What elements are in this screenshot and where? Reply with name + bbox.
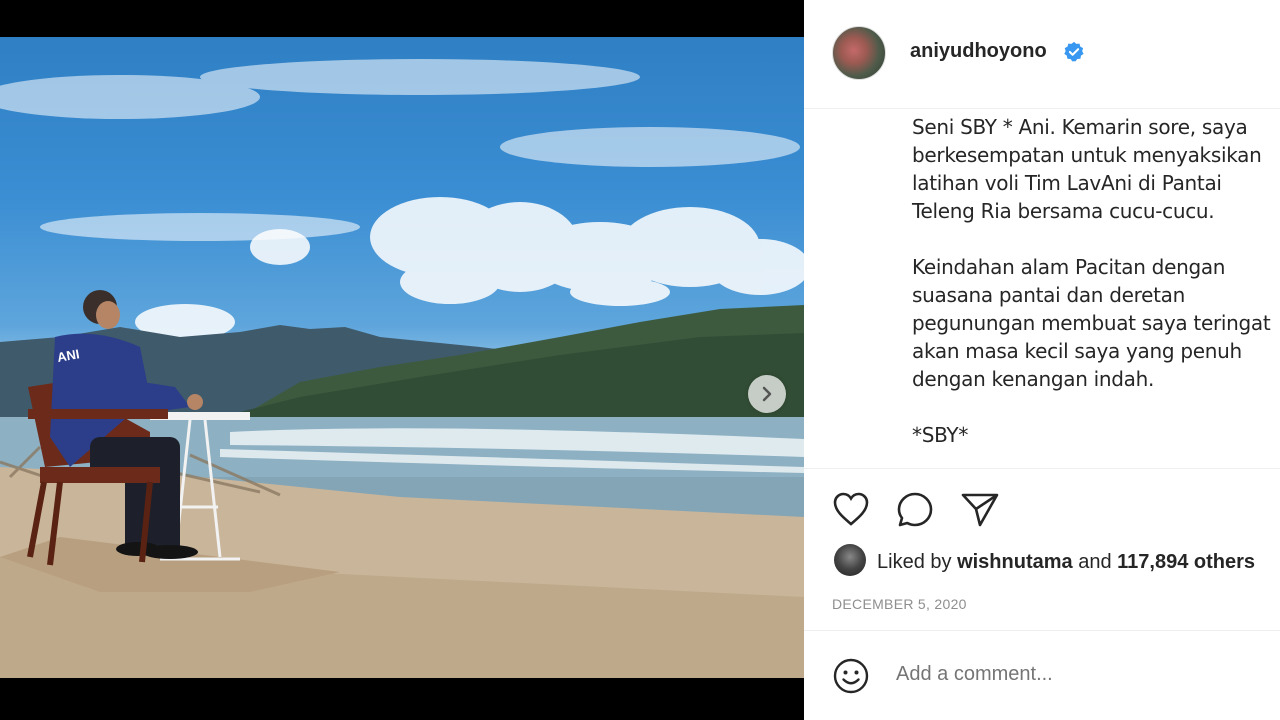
beach-photo-illustration: ANI xyxy=(0,59,804,678)
post-media: ANI xyxy=(0,0,804,720)
carousel-next-button[interactable] xyxy=(748,375,786,413)
post-photo[interactable]: ANI xyxy=(0,37,804,678)
post-caption: Seni SBY * Ani. Kemarin sore, saya berke… xyxy=(912,115,1271,447)
username-link[interactable]: aniyudhoyono xyxy=(910,40,1047,63)
chevron-right-icon xyxy=(762,386,772,402)
heart-icon[interactable] xyxy=(832,491,870,527)
likes-count-link[interactable]: 117,894 others xyxy=(1117,551,1255,573)
liker-avatar[interactable] xyxy=(834,544,866,576)
paper-plane-icon[interactable] xyxy=(960,491,1000,529)
divider xyxy=(804,468,1280,469)
profile-avatar[interactable] xyxy=(832,26,886,80)
post-date: DECEMBER 5, 2020 xyxy=(832,596,967,612)
comment-bubble-icon[interactable] xyxy=(896,491,934,529)
likes-summary: Liked by wishnutama and 117,894 others xyxy=(877,551,1255,574)
divider xyxy=(804,630,1280,631)
smiley-icon[interactable] xyxy=(832,657,870,695)
liked-prefix: Liked by xyxy=(877,551,958,573)
post-details-panel: aniyudhoyono Seni SBY * Ani. Kemarin sor… xyxy=(804,0,1280,720)
verified-badge-icon xyxy=(1064,41,1084,62)
comment-input[interactable] xyxy=(896,663,1266,686)
post-header: aniyudhoyono xyxy=(804,0,1280,109)
liked-and: and xyxy=(1072,551,1118,573)
liker-username-link[interactable]: wishnutama xyxy=(957,551,1073,573)
